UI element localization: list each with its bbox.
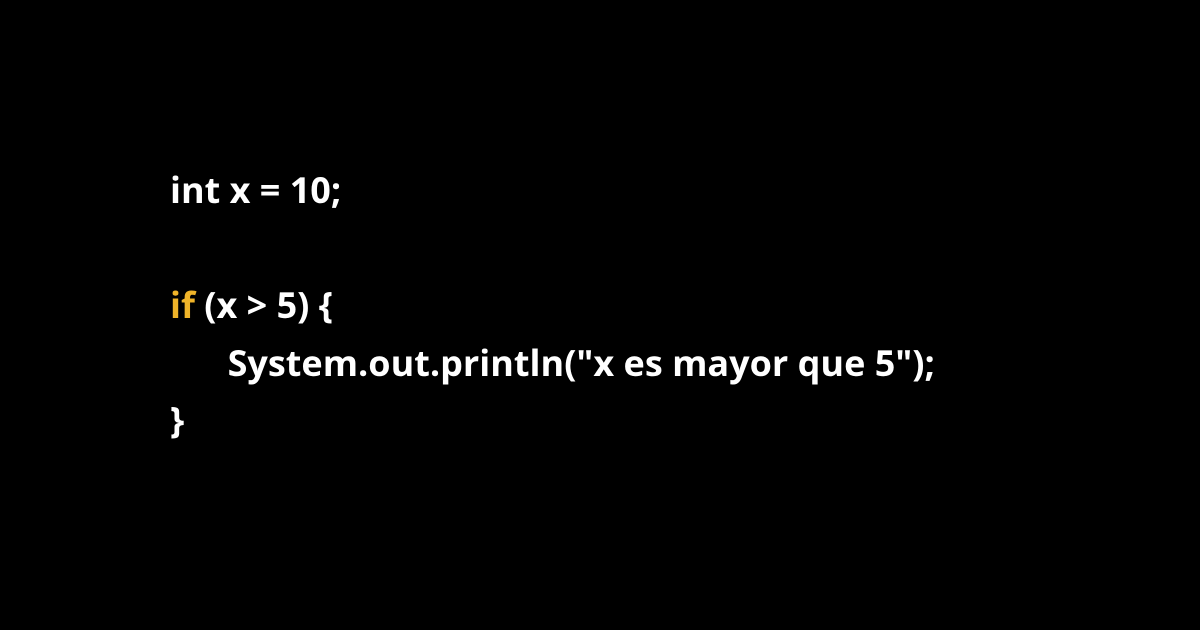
code-block: int x = 10; if (x > 5) { System.out.prin… <box>170 161 935 449</box>
code-line-3-rest: (x > 5) { <box>195 280 333 329</box>
blank-line <box>170 219 935 277</box>
keyword-if: if <box>170 280 195 329</box>
code-line-3: if (x > 5) { <box>170 276 935 334</box>
code-line-4: System.out.println("x es mayor que 5"); <box>170 334 935 392</box>
code-line-5: } <box>170 391 935 449</box>
code-line-4-text: System.out.println("x es mayor que 5"); <box>228 338 935 387</box>
code-line-1: int x = 10; <box>170 161 935 219</box>
